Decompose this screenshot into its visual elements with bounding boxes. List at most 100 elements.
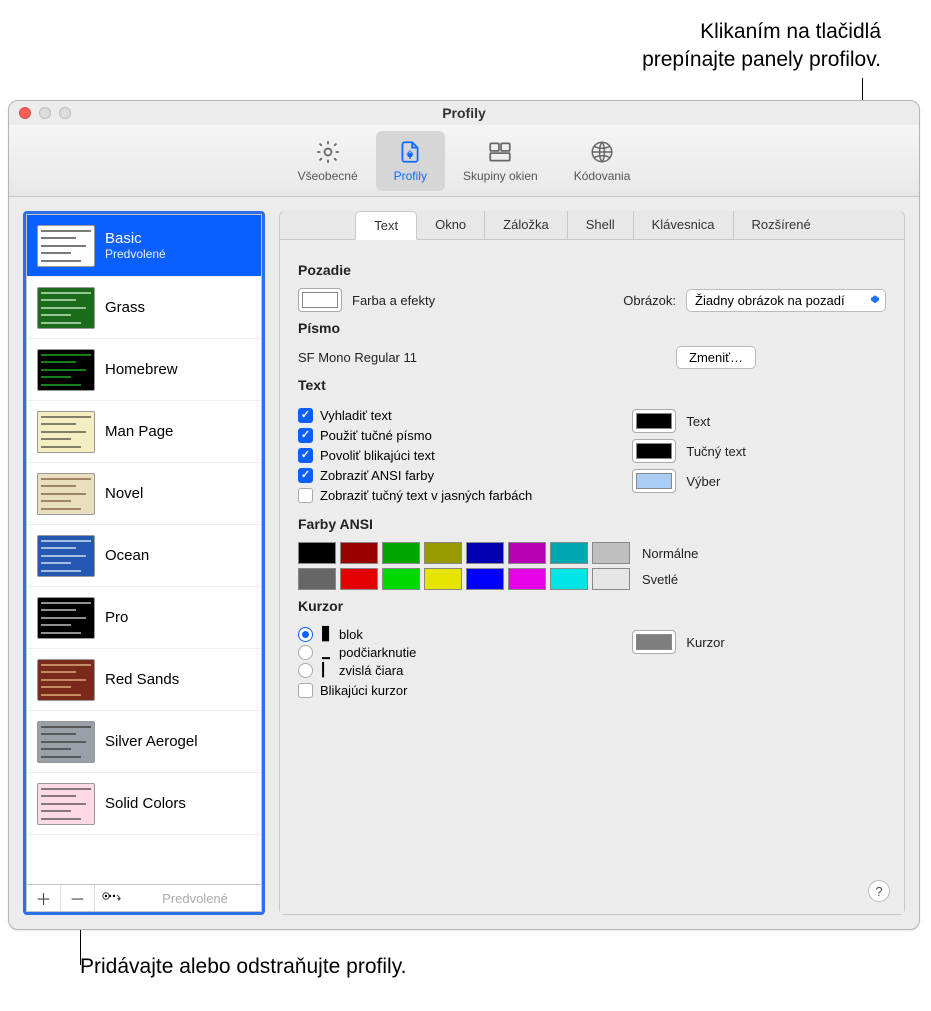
help-button[interactable]: ? [868,880,890,902]
section-ansi-title: Farby ANSI [298,516,886,532]
profile-list[interactable]: BasicPredvolenéGrassHomebrewMan Page Nove… [26,214,262,884]
ansi-normal-swatch-7[interactable] [592,542,630,564]
profile-item-grass[interactable]: Grass [27,277,261,339]
profile-item-silver-aerogel[interactable]: Silver Aerogel [27,711,261,773]
ansi-normal-swatch-2[interactable] [382,542,420,564]
profile-thumbnail [37,721,95,763]
checkbox-label: Zobraziť ANSI farby [320,468,434,483]
profile-item-novel[interactable]: Novel [27,463,261,525]
cursor-radio-0[interactable]: ▉ blok [298,627,602,642]
profile-subtitle: Predvolené [105,247,166,261]
add-profile-button[interactable]: ＋ [27,885,61,911]
profile-sidebar: BasicPredvolenéGrassHomebrewMan Page Nove… [23,211,265,915]
tab-okno[interactable]: Okno [417,211,485,239]
background-image-select[interactable]: Žiadny obrázok na pozadí [686,289,886,312]
cursor-glyph-icon: ▉ [320,627,332,642]
text-checkbox-2[interactable]: Povoliť blikajúci text [298,448,602,463]
profile-thumbnail [37,411,95,453]
ansi-normal-row: Normálne [298,542,886,564]
profile-thumbnail [37,349,95,391]
ansi-bright-swatch-5[interactable] [508,568,546,590]
blink-cursor-checkbox[interactable]: Blikajúci kurzor [298,683,602,698]
checkbox-icon [298,468,313,483]
profile-thumbnail [37,473,95,515]
ansi-bright-swatch-3[interactable] [424,568,462,590]
tab-záložka[interactable]: Záložka [485,211,568,239]
change-font-button[interactable]: Zmeniť… [676,346,756,369]
tab-rozšírené[interactable]: Rozšírené [734,211,829,239]
ansi-normal-swatch-1[interactable] [340,542,378,564]
tab-shell[interactable]: Shell [568,211,634,239]
ansi-normal-swatch-6[interactable] [550,542,588,564]
profile-name: Novel [105,485,143,502]
section-text-title: Text [298,377,886,393]
cursor-radio-2[interactable]: ▎zvislá čiara [298,663,602,678]
profile-name: Pro [105,609,128,626]
ansi-normal-swatch-3[interactable] [424,542,462,564]
ansi-bright-swatch-2[interactable] [382,568,420,590]
preferences-toolbar: Všeobecné Profily Skupiny okien Kódovania [9,125,919,197]
profile-item-homebrew[interactable]: Homebrew [27,339,261,401]
text-checkbox-4[interactable]: Zobraziť tučný text v jasných farbách [298,488,602,503]
ansi-bright-swatch-6[interactable] [550,568,588,590]
profile-item-solid-colors[interactable]: Solid Colors [27,773,261,835]
profile-icon [396,139,424,165]
ansi-bright-label: Svetlé [642,572,678,587]
checkbox-icon [298,408,313,423]
cursor-radio-1[interactable]: ▁podčiarknutie [298,645,602,660]
cursor-color-well[interactable] [632,630,676,654]
text-color-well-2[interactable] [632,469,676,493]
profile-thumbnail [37,225,95,267]
preferences-window: Profily Všeobecné Profily Skupiny okien Kód… [8,100,920,930]
cursor-option-label: blok [339,627,363,642]
remove-profile-button[interactable]: － [61,885,95,911]
blink-cursor-label: Blikajúci kurzor [320,683,407,698]
text-color-well-1[interactable] [632,439,676,463]
toolbar-label: Kódovania [574,169,631,183]
ansi-normal-swatch-4[interactable] [466,542,504,564]
ansi-bright-swatch-0[interactable] [298,568,336,590]
checkbox-icon [298,448,313,463]
profile-item-basic[interactable]: BasicPredvolené [27,215,261,277]
toolbar-label: Všeobecné [298,169,358,183]
tab-text[interactable]: Text [355,211,417,240]
toolbar-skupiny okien[interactable]: Skupiny okien [445,131,556,191]
text-checkbox-0[interactable]: Vyhladiť text [298,408,602,423]
text-checkbox-1[interactable]: Použiť tučné písmo [298,428,602,443]
toolbar-kódovania[interactable]: Kódovania [556,131,649,191]
checkbox-icon [298,488,313,503]
profile-thumbnail [37,535,95,577]
ansi-normal-swatch-5[interactable] [508,542,546,564]
callout-bottom-text: Pridávajte alebo odstraňujte profily. [80,955,406,979]
profile-item-ocean[interactable]: Ocean [27,525,261,587]
toolbar-všeobecné[interactable]: Všeobecné [280,131,376,191]
background-color-well[interactable] [298,288,342,312]
ansi-normal-swatch-0[interactable] [298,542,336,564]
ansi-bright-swatch-1[interactable] [340,568,378,590]
profile-item-man-page[interactable]: Man Page [27,401,261,463]
text-tab-pane: Pozadie Farba a efekty Obrázok: Žiadny o… [280,240,904,914]
profile-item-red-sands[interactable]: Red Sands [27,649,261,711]
profile-tabs: TextOknoZáložkaShellKlávesnicaRozšírené [280,211,904,240]
text-color-well-0[interactable] [632,409,676,433]
cursor-glyph-icon: ▁ [320,645,332,660]
text-color-label: Výber [686,474,720,489]
toolbar-label: Skupiny okien [463,169,538,183]
text-checkbox-3[interactable]: Zobraziť ANSI farby [298,468,602,483]
checkbox-label: Použiť tučné písmo [320,428,432,443]
profile-item-pro[interactable]: Pro [27,587,261,649]
callout-top-text: Klikaním na tlačidlá prepínajte panely p… [0,18,881,75]
toolbar-label: Profily [394,169,427,183]
text-color-label: Text [686,414,710,429]
radio-icon [298,627,313,642]
toolbar-profily[interactable]: Profily [376,131,445,191]
profile-name: Silver Aerogel [105,733,198,750]
tab-klávesnica[interactable]: Klávesnica [634,211,734,239]
checkbox-label: Zobraziť tučný text v jasných farbách [320,488,532,503]
window-title: Profily [9,105,919,121]
ansi-bright-swatch-4[interactable] [466,568,504,590]
ansi-bright-swatch-7[interactable] [592,568,630,590]
profile-actions-menu[interactable] [95,885,129,911]
font-value: SF Mono Regular 11 [298,350,417,365]
set-default-button[interactable]: Predvolené [129,885,261,911]
